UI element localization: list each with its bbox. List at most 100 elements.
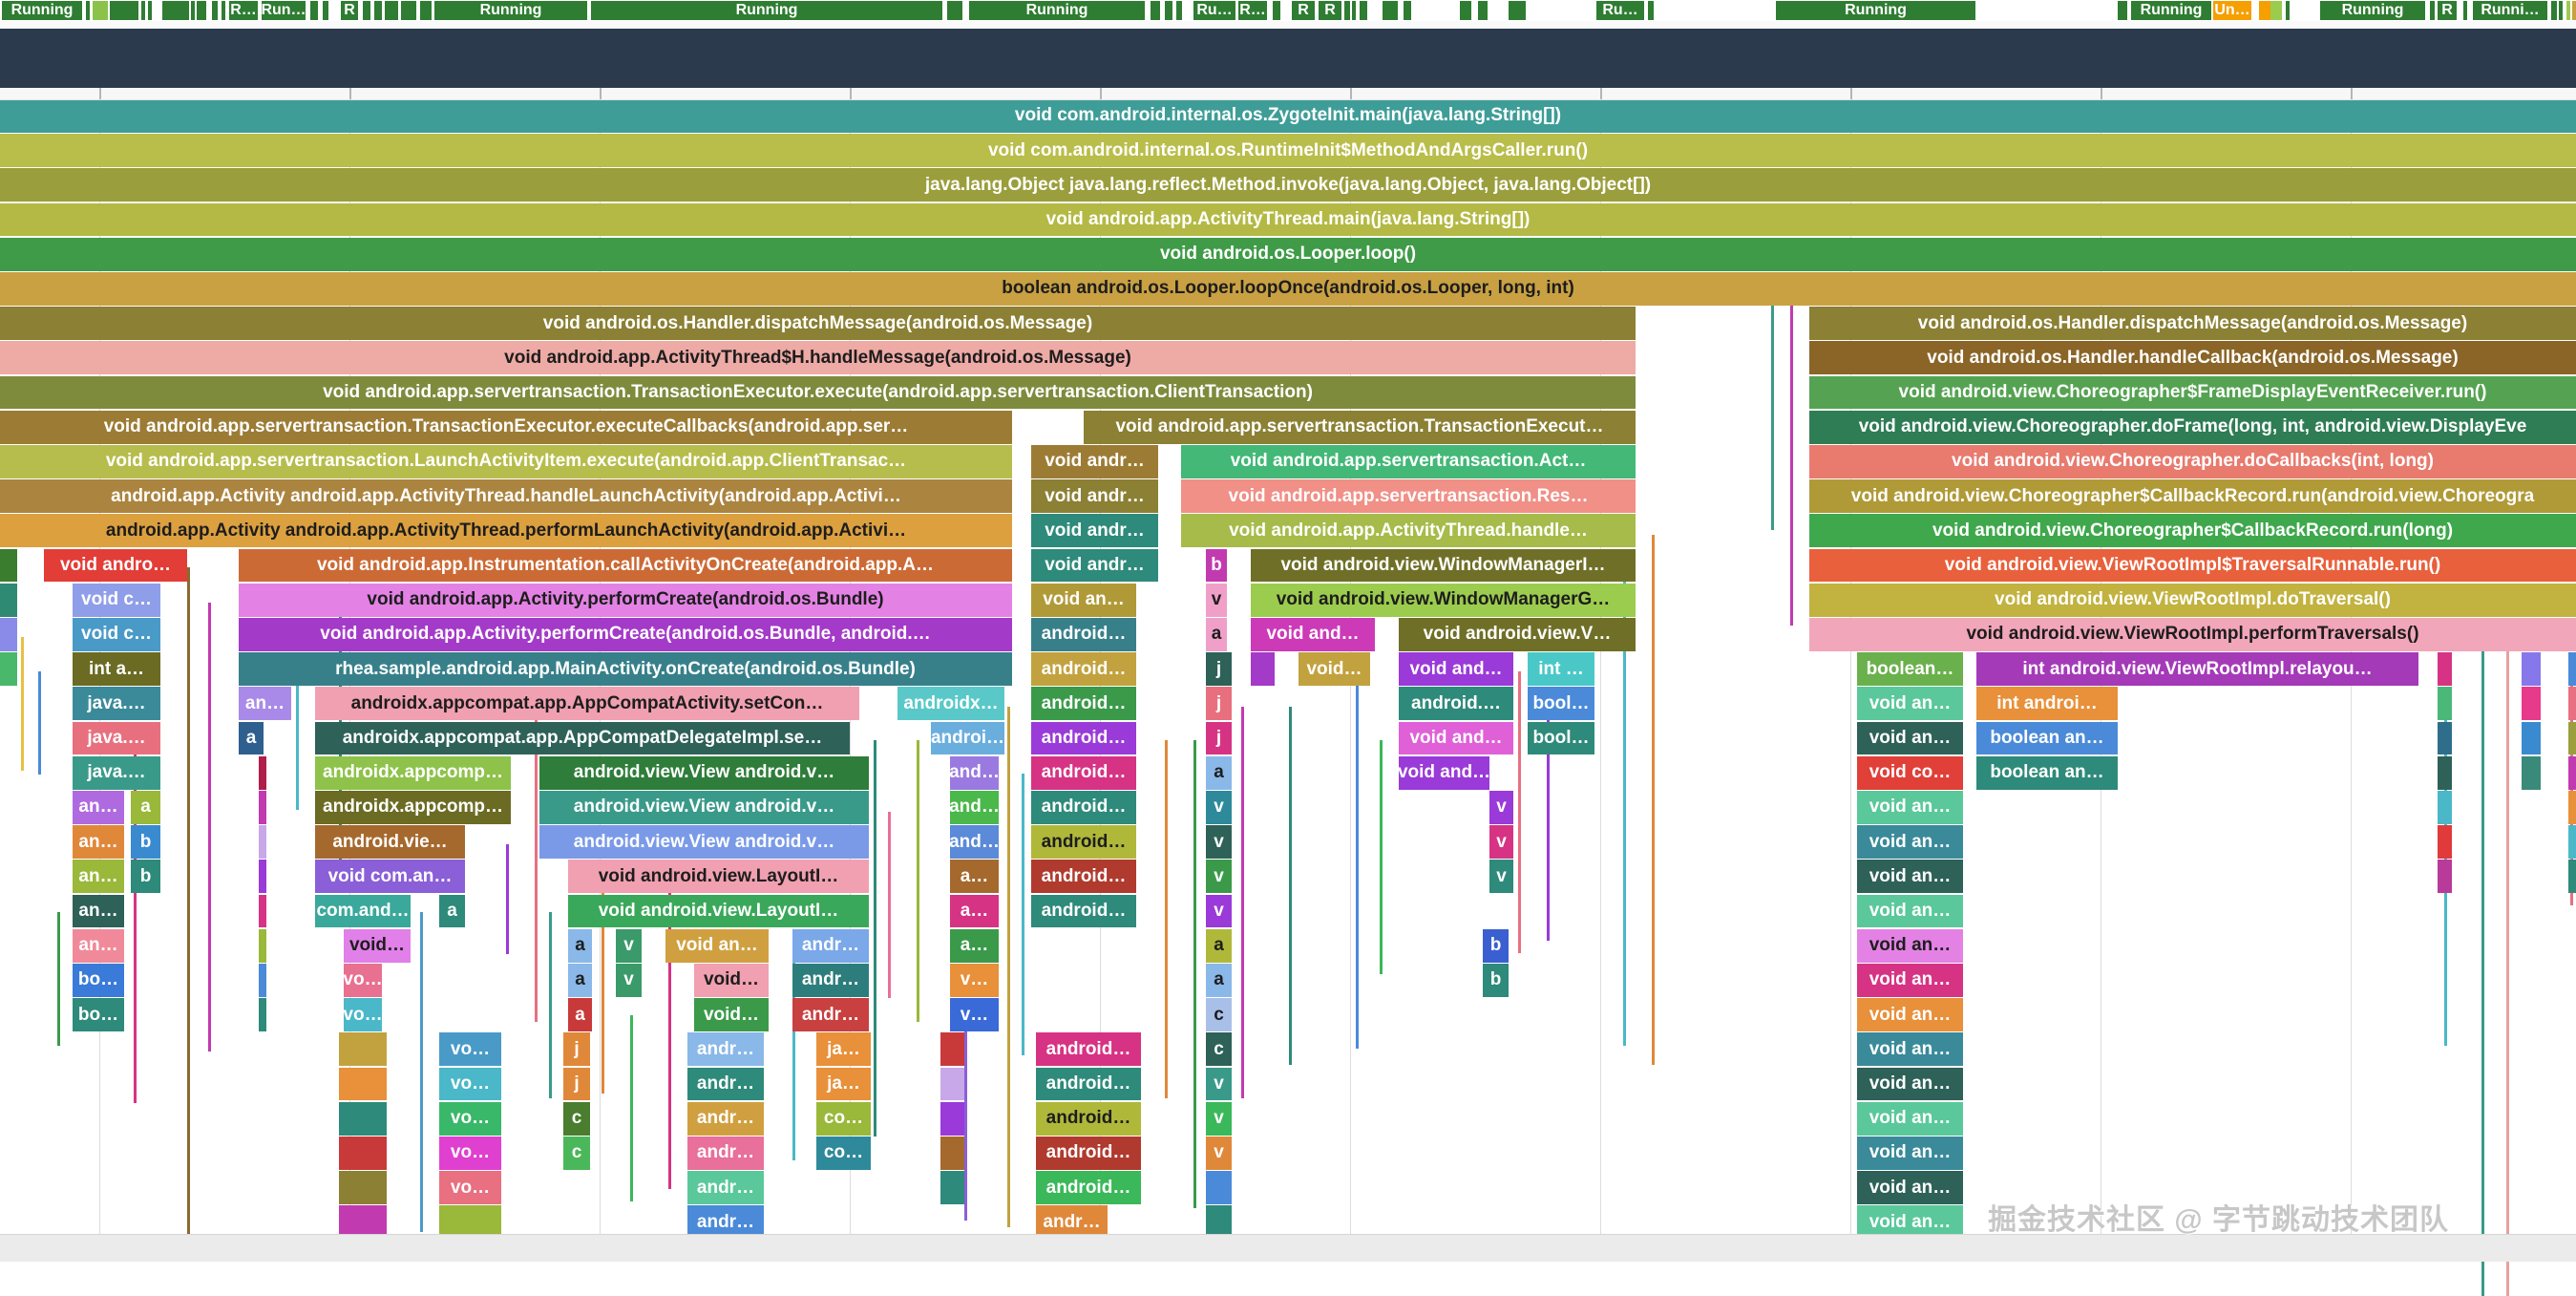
flame-frame[interactable]: void android.app.Instrumentation.callAct… [239,549,1012,583]
flame-frame[interactable]: java.… [73,756,160,790]
flame-frame[interactable]: an… [73,791,124,824]
flame-frame[interactable]: j [1206,687,1232,720]
flame-frame[interactable] [940,1032,964,1066]
thread-state-segment[interactable] [191,1,195,20]
flame-frame[interactable]: c [563,1102,590,1136]
flame-frame[interactable]: androidx.appcompat.app.AppCompatActivity… [315,687,859,720]
flame-frame[interactable]: void android.os.Handler.dispatchMessage(… [0,307,1636,340]
flame-frame[interactable]: android.vie… [315,825,465,859]
flame-frame[interactable] [2568,756,2576,790]
flame-frame[interactable]: boolean an… [1976,722,2118,755]
flame-frame[interactable]: boolean… [1857,652,1963,686]
thread-state-segment[interactable]: Ru… [1596,1,1644,20]
flame-frame[interactable]: j [563,1032,590,1066]
flame-frame[interactable]: boolean an… [1976,756,2118,790]
flame-frame[interactable] [0,584,17,617]
flame-frame[interactable] [2568,722,2576,755]
flame-frame[interactable]: v [1206,791,1232,824]
thread-state-segment[interactable] [148,1,152,20]
thread-state-segment[interactable]: Runni… [2473,1,2547,20]
flame-frame[interactable]: v [616,929,642,963]
thread-state-segment[interactable] [110,1,138,20]
flame-frame[interactable]: void android.app.ActivityThread$H.handle… [0,341,1636,374]
flame-frame[interactable]: void android.view.ViewRootImpl.doTravers… [1809,584,2576,617]
flame-frame[interactable]: bool… [1528,722,1594,755]
thread-state-segment[interactable] [401,1,416,20]
flame-frame[interactable]: void android.view.WindowManagerI… [1251,549,1636,583]
thread-state-segment[interactable] [197,1,206,20]
flame-frame[interactable]: android.view.View android.v… [539,756,869,790]
flame-frame[interactable]: int androi… [1976,687,2118,720]
flame-frame[interactable]: v [1489,825,1513,859]
flame-frame[interactable]: c [1206,1032,1232,1066]
flame-frame[interactable]: a… [950,860,999,893]
thread-state-segment[interactable] [2270,1,2282,20]
thread-state-segment[interactable] [420,1,432,20]
flame-frame[interactable]: a… [950,895,999,928]
flame-frame[interactable]: void android.app.servertransaction.Trans… [0,411,1012,444]
flame-frame[interactable]: j [1206,652,1232,686]
flame-frame[interactable] [2568,652,2576,686]
flame-frame[interactable]: a [568,964,592,997]
thread-state-segment[interactable] [2259,1,2270,20]
flame-frame[interactable]: vo… [439,1032,501,1066]
flame-frame[interactable]: void android.app.servertransaction.Act… [1181,445,1636,478]
thread-state-segment[interactable]: R… [1238,1,1267,20]
thread-state-segment[interactable] [1352,1,1356,20]
thread-state-segment[interactable] [162,1,189,20]
flame-frame[interactable]: androidx… [897,687,1004,720]
flame-frame[interactable] [2438,756,2452,790]
flame-frame[interactable] [2568,791,2576,824]
flame-frame[interactable]: int a… [73,652,160,686]
flame-frame[interactable] [259,791,266,824]
flame-frame[interactable]: android.… [1399,687,1513,720]
flame-frame[interactable]: void android.app.servertransaction.Res… [1181,479,1636,513]
thread-state-segment[interactable]: Running [434,1,587,20]
flame-frame[interactable]: b [131,825,160,859]
flame-frame[interactable]: void android.view.ViewRootImpl.performTr… [1809,618,2576,651]
flame-frame[interactable]: void an… [1857,1102,1963,1136]
flame-frame[interactable]: void com.android.internal.os.ZygoteInit.… [0,99,2576,133]
flame-frame[interactable]: android… [1031,860,1136,893]
flame-frame[interactable]: vo… [439,1171,501,1204]
thread-state-segment[interactable] [222,1,225,20]
thread-state-segment[interactable] [1509,1,1526,20]
flame-frame[interactable]: void an… [1857,860,1963,893]
flame-frame[interactable]: java.… [73,722,160,755]
flame-frame[interactable] [2438,860,2452,893]
flame-frame[interactable]: void android.app.Activity.performCreate(… [239,584,1012,617]
flame-frame[interactable]: void… [694,964,769,997]
flame-frame[interactable] [940,1171,964,1204]
flame-frame[interactable]: ja… [816,1068,871,1101]
thread-state-segment[interactable] [1273,1,1280,20]
thread-state-segment[interactable]: Run… [262,1,306,20]
flame-frame[interactable]: void c… [73,584,160,617]
flame-frame[interactable]: a [439,895,465,928]
flame-frame[interactable]: void android.view.WindowManagerG… [1251,584,1636,617]
flame-frame[interactable]: rhea.sample.android.app.MainActivity.onC… [239,652,1012,686]
flame-frame[interactable]: andr… [687,1137,764,1170]
flame-frame[interactable]: v… [950,998,999,1031]
flame-frame[interactable] [2522,652,2541,686]
flame-frame[interactable]: void and… [1399,722,1513,755]
thread-state-segment[interactable] [2551,1,2557,20]
thread-state-segment[interactable] [1648,1,1654,20]
thread-state-segment[interactable] [310,1,318,20]
flame-frame[interactable] [259,860,266,893]
flame-frame[interactable]: j [1206,722,1232,755]
flame-frame[interactable] [0,618,17,651]
flame-frame[interactable]: andr… [792,929,869,963]
flame-frame[interactable]: a [1206,964,1232,997]
thread-state-segment[interactable]: R… [229,1,258,20]
flame-frame[interactable]: an… [73,929,124,963]
flame-frame[interactable] [940,1137,964,1170]
flame-frame[interactable]: void and… [1399,756,1489,790]
thread-state-segment[interactable]: Un… [2213,1,2251,20]
flame-frame[interactable] [339,1171,387,1204]
flame-frame[interactable]: androidx.appcomp… [315,756,511,790]
thread-state-track[interactable]: RunningR…Run…RRunningRunningRunningRu…R…… [0,0,2576,21]
flame-frame[interactable]: android… [1031,791,1136,824]
flame-frame[interactable]: void… [344,929,411,963]
flame-frame[interactable]: v [1206,584,1227,617]
flame-frame[interactable]: void an… [1857,1171,1963,1204]
